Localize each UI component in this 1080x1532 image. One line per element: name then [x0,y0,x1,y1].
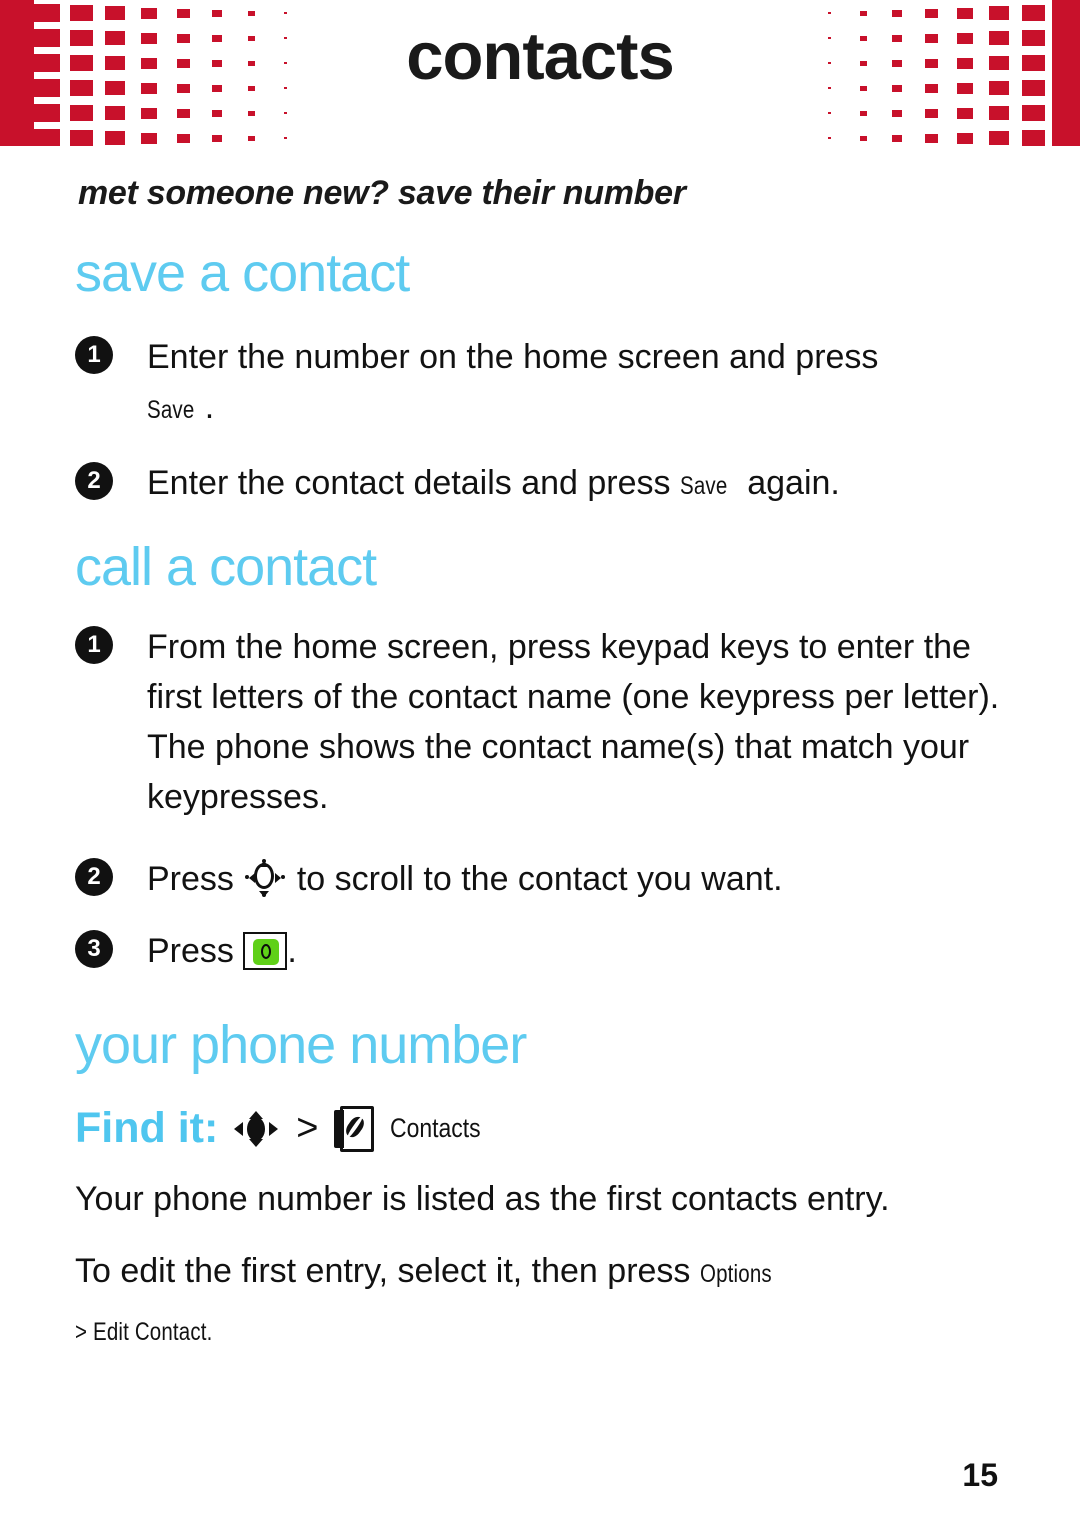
step-text: Enter the contact details and press Save… [147,458,1015,511]
step-text-tail: again. [747,464,840,502]
page-header: contacts [0,0,1080,146]
path-separator: > [296,1107,319,1149]
contacts-book-icon [334,1105,376,1152]
find-it-label: Find it: [75,1104,219,1152]
step-text-main: Enter the contact details and press [147,464,671,502]
step-call-1: 1 From the home screen, press keypad key… [75,622,1015,822]
step-call-3: 3 Press . [75,926,1015,976]
menu-label-contacts: Contacts [390,1113,482,1143]
step-number: 2 [75,858,113,896]
step-text-tail: . [287,932,297,970]
section-heading-your-phone-number: your phone number [75,1015,527,1075]
send-key-icon [243,932,288,970]
softkey-options: Options [699,1260,772,1288]
submenu-edit-contact: > Edit Contact. [75,1318,213,1346]
step-save-1: 1 Enter the number on the home screen an… [75,332,1015,435]
step-call-2: 2 Press to scroll to the contact you wan… [75,854,1015,904]
navigation-key-icon [243,859,287,899]
paragraph-phone-number-listed: Your phone number is listed as the first… [75,1180,890,1218]
step-number: 1 [75,626,113,664]
step-number: 3 [75,930,113,968]
page-title: contacts [406,19,675,94]
step-text-tail: . [204,388,215,426]
paragraph-text: To edit the first entry, select it, then… [75,1252,691,1290]
step-text-main: Press [147,860,234,898]
step-text-tail: to scroll to the contact you want. [296,860,783,898]
step-text-main: Press [147,932,234,970]
paragraph-edit-first-entry: To edit the first entry, select it, then… [75,1246,1015,1299]
find-it-path: Find it: > Contacts [75,1104,497,1153]
softkey-save: Save [679,472,728,500]
step-number: 2 [75,462,113,500]
step-save-2: 2 Enter the contact details and press Sa… [75,458,1015,511]
page-number: 15 [962,1457,998,1493]
navigation-key-filled-icon [232,1110,280,1147]
step-text-main: Enter the number on the home screen and … [147,338,879,376]
step-text: From the home screen, press keypad keys … [147,628,1000,816]
step-number: 1 [75,336,113,374]
section-heading-call-a-contact: call a contact [75,537,377,597]
page-subtitle: met someone new? save their number [78,174,686,212]
step-text: Press . [147,926,1015,976]
step-text: Enter the number on the home screen and … [147,332,1015,435]
step-text: Press to scroll to the contact you want. [147,854,1015,904]
softkey-save: Save [147,396,195,424]
section-heading-save-a-contact: save a contact [75,243,410,303]
